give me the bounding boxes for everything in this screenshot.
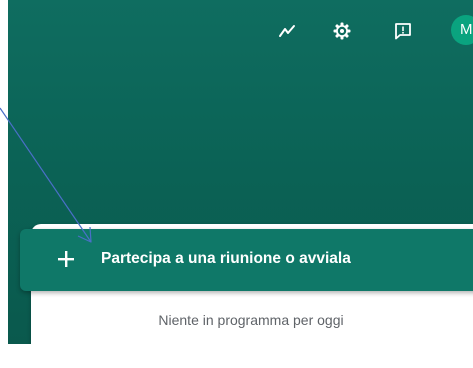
settings-icon[interactable] (331, 20, 353, 42)
avatar-letter: M (460, 21, 473, 38)
plus-icon (58, 251, 74, 267)
page-bottom-margin (0, 344, 473, 368)
join-meeting-label: Partecipa a una riunione o avviala (101, 250, 351, 267)
no-meetings-message: Niente in programma per oggi (158, 312, 344, 328)
feedback-icon[interactable] (392, 20, 414, 42)
join-or-start-meeting-button[interactable]: Partecipa a una riunione o avviala (20, 229, 473, 291)
user-avatar[interactable]: M (451, 15, 473, 45)
activity-icon[interactable] (276, 20, 298, 42)
page-margin (0, 0, 8, 368)
